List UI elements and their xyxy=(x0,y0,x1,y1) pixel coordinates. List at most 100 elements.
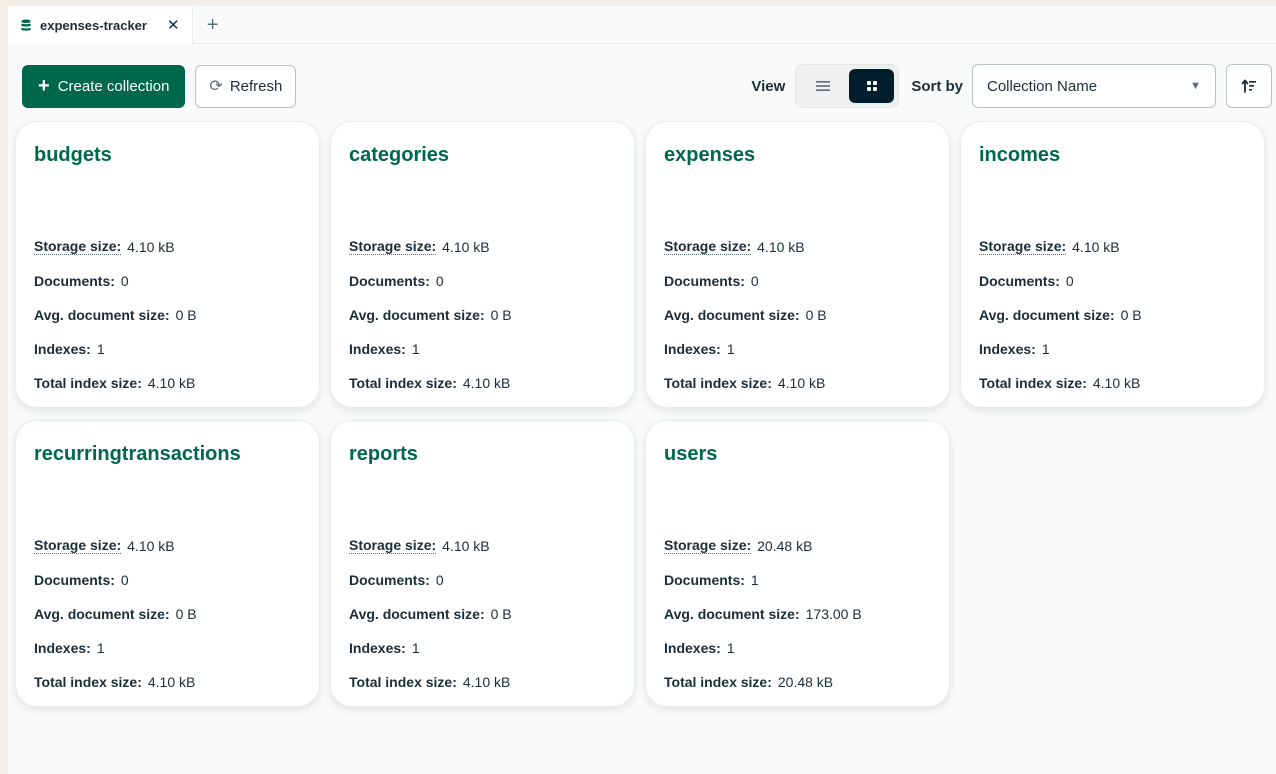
indexes-row: Indexes: 1 xyxy=(34,332,301,366)
documents-row: Documents: 0 xyxy=(979,264,1246,298)
avg-document-size-row: Avg. document size: 0 B xyxy=(34,298,301,332)
avg-document-size-row: Avg. document size: 0 B xyxy=(349,298,616,332)
total-index-size-row: Total index size: 4.10 kB xyxy=(34,665,301,699)
total-index-size-value: 4.10 kB xyxy=(462,375,511,391)
avg-document-size-label: Avg. document size: xyxy=(664,307,800,323)
caret-down-icon: ▼ xyxy=(1190,80,1201,92)
avg-document-size-row: Avg. document size: 0 B xyxy=(979,298,1246,332)
collection-name[interactable]: budgets xyxy=(34,144,301,174)
documents-label: Documents: xyxy=(664,273,745,289)
storage-size-row: Storage size: 20.48 kB xyxy=(664,529,931,563)
storage-size-label[interactable]: Storage size: xyxy=(34,239,122,255)
storage-size-label[interactable]: Storage size: xyxy=(664,239,752,255)
storage-size-value: 4.10 kB xyxy=(442,538,490,554)
indexes-row: Indexes: 1 xyxy=(979,332,1246,366)
add-tab-button[interactable]: + xyxy=(193,6,233,44)
storage-size-label[interactable]: Storage size: xyxy=(34,538,122,554)
avg-document-size-row: Avg. document size: 173.00 B xyxy=(664,597,931,631)
avg-document-size-value: 0 B xyxy=(490,606,512,622)
storage-size-label[interactable]: Storage size: xyxy=(664,538,752,554)
total-index-size-label: Total index size: xyxy=(349,674,457,690)
indexes-value: 1 xyxy=(726,341,735,357)
storage-size-label[interactable]: Storage size: xyxy=(349,239,437,255)
collection-card[interactable]: categories Storage size: 4.10 kB Documen… xyxy=(330,121,635,408)
avg-document-size-row: Avg. document size: 0 B xyxy=(664,298,931,332)
total-index-size-row: Total index size: 4.10 kB xyxy=(349,665,616,699)
indexes-row: Indexes: 1 xyxy=(349,631,616,665)
collection-stats: Storage size: 4.10 kB Documents: 0 Avg. … xyxy=(349,529,616,699)
collection-card[interactable]: budgets Storage size: 4.10 kB Documents:… xyxy=(15,121,320,408)
collection-card[interactable]: expenses Storage size: 4.10 kB Documents… xyxy=(645,121,950,408)
documents-row: Documents: 1 xyxy=(664,563,931,597)
avg-document-size-value: 0 B xyxy=(805,307,827,323)
documents-row: Documents: 0 xyxy=(34,563,301,597)
tab-bar: expenses-tracker ✕ + xyxy=(8,6,1276,44)
avg-document-size-value: 0 B xyxy=(175,307,197,323)
list-view-icon xyxy=(815,81,830,91)
create-collection-button[interactable]: + Create collection xyxy=(22,64,186,108)
indexes-value: 1 xyxy=(1041,341,1050,357)
refresh-label: Refresh xyxy=(229,77,283,95)
collection-card[interactable]: users Storage size: 20.48 kB Documents: … xyxy=(645,420,950,707)
indexes-label: Indexes: xyxy=(34,640,91,656)
documents-label: Documents: xyxy=(979,273,1060,289)
indexes-row: Indexes: 1 xyxy=(664,332,931,366)
indexes-row: Indexes: 1 xyxy=(664,631,931,665)
collection-stats: Storage size: 4.10 kB Documents: 0 Avg. … xyxy=(979,230,1246,400)
total-index-size-row: Total index size: 4.10 kB xyxy=(349,366,616,400)
collection-stats: Storage size: 4.10 kB Documents: 0 Avg. … xyxy=(349,230,616,400)
documents-value: 0 xyxy=(750,273,759,289)
indexes-value: 1 xyxy=(96,640,105,656)
indexes-label: Indexes: xyxy=(349,341,406,357)
indexes-value: 1 xyxy=(726,640,735,656)
collection-card[interactable]: incomes Storage size: 4.10 kB Documents:… xyxy=(960,121,1265,408)
collection-card[interactable]: recurringtransactions Storage size: 4.10… xyxy=(15,420,320,707)
indexes-label: Indexes: xyxy=(664,341,721,357)
view-label: View xyxy=(751,77,786,95)
collection-name[interactable]: incomes xyxy=(979,144,1246,174)
documents-row: Documents: 0 xyxy=(349,264,616,298)
total-index-size-value: 4.10 kB xyxy=(147,375,196,391)
documents-value: 1 xyxy=(750,572,759,588)
grid-view-button[interactable] xyxy=(849,69,895,103)
documents-value: 0 xyxy=(1065,273,1074,289)
list-view-button[interactable] xyxy=(800,69,845,103)
total-index-size-label: Total index size: xyxy=(664,375,772,391)
total-index-size-label: Total index size: xyxy=(664,674,772,690)
documents-row: Documents: 0 xyxy=(34,264,301,298)
grid-view-icon xyxy=(866,81,877,91)
storage-size-label[interactable]: Storage size: xyxy=(349,538,437,554)
storage-size-row: Storage size: 4.10 kB xyxy=(664,230,931,264)
collection-name[interactable]: reports xyxy=(349,443,616,473)
indexes-value: 1 xyxy=(411,341,420,357)
create-collection-label: Create collection xyxy=(57,77,170,95)
storage-size-row: Storage size: 4.10 kB xyxy=(349,529,616,563)
collection-name[interactable]: recurringtransactions xyxy=(34,443,301,473)
refresh-button[interactable]: ⟳ Refresh xyxy=(195,64,297,108)
storage-size-row: Storage size: 4.10 kB xyxy=(34,230,301,264)
storage-size-label[interactable]: Storage size: xyxy=(979,239,1067,255)
documents-value: 0 xyxy=(435,572,444,588)
sort-select[interactable]: Collection Name ▼ xyxy=(972,64,1216,108)
total-index-size-row: Total index size: 4.10 kB xyxy=(664,366,931,400)
total-index-size-label: Total index size: xyxy=(34,674,142,690)
total-index-size-value: 4.10 kB xyxy=(1092,375,1141,391)
storage-size-value: 20.48 kB xyxy=(757,538,813,554)
collection-name[interactable]: users xyxy=(664,443,931,473)
documents-row: Documents: 0 xyxy=(349,563,616,597)
total-index-size-value: 20.48 kB xyxy=(777,674,834,690)
collection-name[interactable]: expenses xyxy=(664,144,931,174)
documents-label: Documents: xyxy=(349,572,430,588)
sort-direction-button[interactable] xyxy=(1226,64,1272,108)
collection-stats: Storage size: 4.10 kB Documents: 0 Avg. … xyxy=(664,230,931,400)
plus-icon: + xyxy=(206,13,219,36)
total-index-size-label: Total index size: xyxy=(349,375,457,391)
total-index-size-row: Total index size: 20.48 kB xyxy=(664,665,931,699)
storage-size-value: 4.10 kB xyxy=(442,239,490,255)
collection-card[interactable]: reports Storage size: 4.10 kB Documents:… xyxy=(330,420,635,707)
tab-expenses-tracker[interactable]: expenses-tracker ✕ xyxy=(8,6,193,44)
indexes-row: Indexes: 1 xyxy=(349,332,616,366)
collection-name[interactable]: categories xyxy=(349,144,616,174)
close-tab-icon[interactable]: ✕ xyxy=(167,18,180,33)
collections-grid: budgets Storage size: 4.10 kB Documents:… xyxy=(15,121,1265,707)
